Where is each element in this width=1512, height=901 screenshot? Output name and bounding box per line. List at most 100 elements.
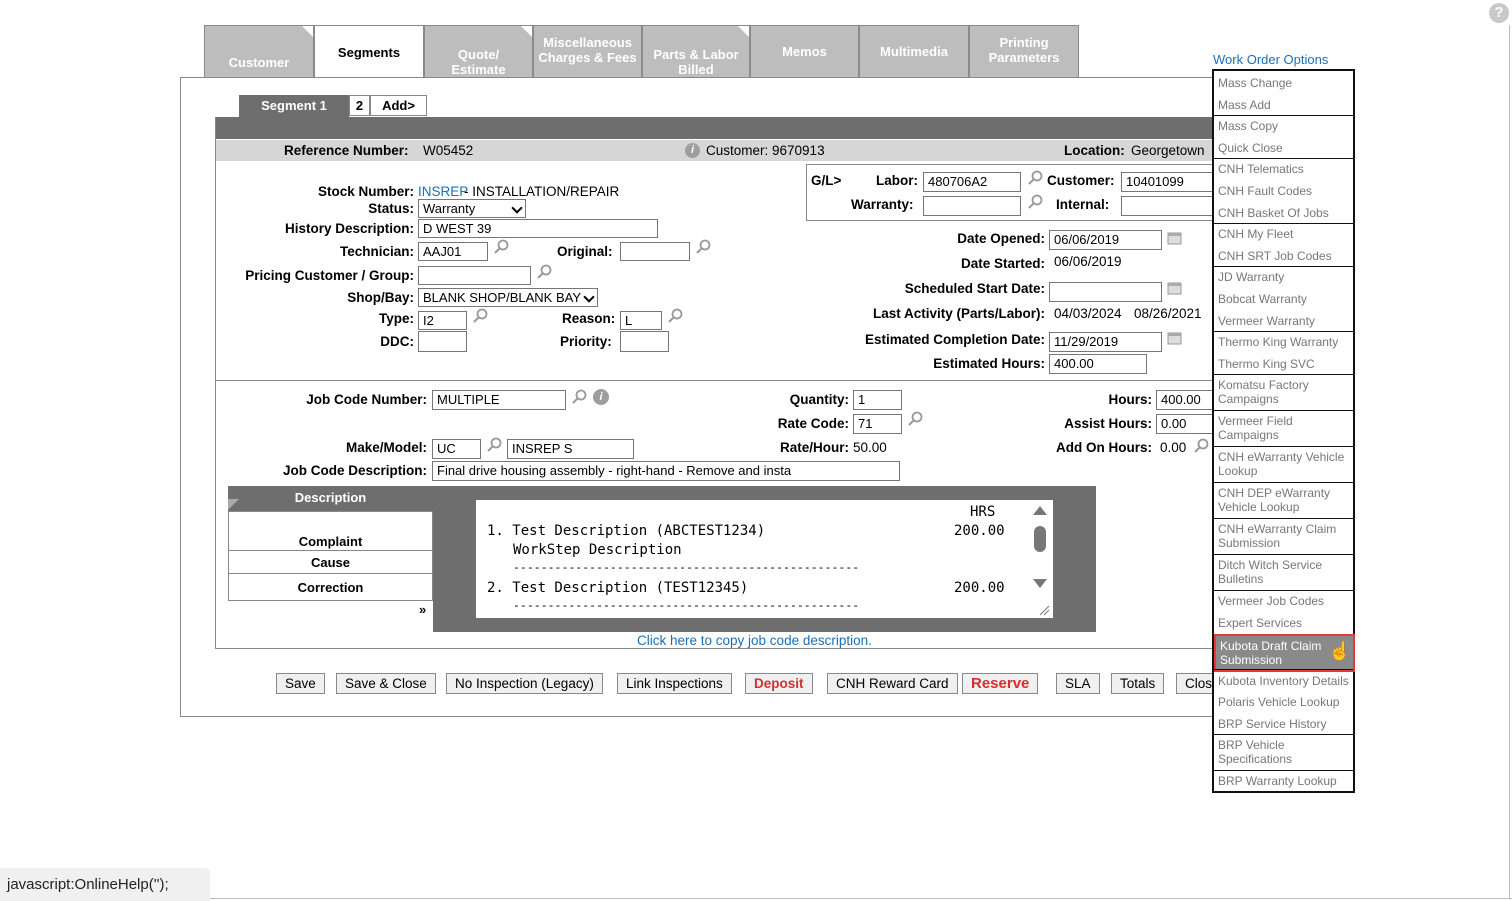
gl-labor-input[interactable]: 480706A2 [923, 172, 1021, 192]
wo-option-item[interactable]: Vermeer Job Codes [1218, 594, 1350, 608]
wo-option-item[interactable]: BRP Warranty Lookup [1218, 774, 1350, 788]
copy-job-code-link[interactable]: Click here to copy job code description. [637, 633, 872, 648]
history-description-input[interactable]: D WEST 39 [418, 219, 658, 238]
close-button[interactable]: Clos [1176, 673, 1214, 694]
help-icon[interactable]: ? [1489, 3, 1509, 23]
status-select[interactable]: Warranty [418, 199, 526, 218]
gl-customer-input[interactable]: 10401099 [1121, 172, 1221, 192]
wo-option-item[interactable]: Kubota Inventory Details [1218, 674, 1350, 688]
link-inspections-button[interactable]: Link Inspections [617, 673, 732, 694]
wo-option-item[interactable]: Polaris Vehicle Lookup [1218, 695, 1350, 709]
type-search-icon[interactable] [472, 308, 488, 324]
scheduled-start-input[interactable] [1049, 282, 1162, 302]
original-input[interactable] [620, 242, 690, 261]
segment-tab-2[interactable]: 2 [349, 95, 370, 116]
segment-tab-1[interactable]: Segment 1 [239, 95, 349, 117]
wo-option-item[interactable]: Vermeer Warranty [1218, 314, 1350, 328]
tab-quote-estimate[interactable]: Quote/ Estimate [424, 25, 533, 77]
job-code-input[interactable]: MULTIPLE [432, 390, 566, 410]
date-opened-calendar-icon[interactable] [1167, 230, 1182, 245]
wo-option-item[interactable]: Vermeer Field Campaigns [1218, 414, 1350, 442]
rate-code-input[interactable]: 71 [853, 414, 902, 434]
wo-option-item[interactable]: Thermo King SVC [1218, 357, 1350, 371]
wo-option-item[interactable]: Thermo King Warranty [1218, 335, 1350, 349]
wo-option-item[interactable]: Expert Services [1218, 616, 1350, 630]
tab-multimedia[interactable]: Multimedia [859, 25, 969, 77]
scroll-thumb[interactable] [1034, 526, 1046, 552]
wo-option-item[interactable]: JD Warranty [1218, 270, 1350, 284]
tab-correction[interactable]: Correction [229, 580, 432, 598]
wo-option-item[interactable]: CNH SRT Job Codes [1218, 249, 1350, 263]
scroll-down-arrow-icon[interactable] [1033, 579, 1047, 588]
save-button[interactable]: Save [276, 673, 325, 694]
pricing-search-icon[interactable] [536, 264, 552, 280]
tab-parts-labor[interactable]: Parts & Labor Billed [642, 25, 750, 77]
wo-option-item[interactable]: Komatsu Factory Campaigns [1218, 378, 1350, 406]
type-input[interactable]: I2 [418, 311, 467, 330]
expand-icon[interactable]: » [419, 602, 426, 617]
no-inspection-button[interactable]: No Inspection (Legacy) [446, 673, 603, 694]
wo-option-item-highlighted[interactable]: Kubota Draft Claim Submission ☝ [1214, 634, 1355, 672]
deposit-button[interactable]: Deposit [745, 673, 813, 694]
info-icon[interactable]: i [685, 143, 700, 158]
model-input[interactable]: INSREP S [507, 439, 634, 459]
wo-option-item[interactable]: CNH My Fleet [1218, 227, 1350, 241]
original-search-icon[interactable] [695, 239, 711, 255]
hours-input[interactable]: 400.00 [1156, 390, 1216, 410]
gl-warranty-search-icon[interactable] [1027, 194, 1043, 210]
quantity-input[interactable]: 1 [853, 390, 902, 410]
job-code-description-input[interactable]: Final drive housing assembly - right-han… [432, 461, 900, 481]
tab-misc-charges[interactable]: Miscellaneous Charges & Fees [533, 25, 642, 77]
wo-option-item[interactable]: Quick Close [1218, 141, 1350, 155]
reason-search-icon[interactable] [667, 308, 683, 324]
gl-warranty-input[interactable] [923, 196, 1021, 216]
scroll-up-arrow-icon[interactable] [1033, 506, 1047, 515]
job-code-search-icon[interactable] [571, 389, 587, 405]
wo-option-item[interactable]: Mass Copy [1218, 119, 1350, 133]
reason-input[interactable]: L [620, 311, 662, 330]
scrollbar[interactable] [1031, 502, 1049, 598]
shop-bay-select[interactable]: BLANK SHOP/BLANK BAY [418, 288, 598, 307]
wo-option-item[interactable]: CNH eWarranty Vehicle Lookup [1218, 450, 1350, 478]
wo-option-item[interactable]: CNH eWarranty Claim Submission [1218, 522, 1350, 550]
make-input[interactable]: UC [432, 439, 481, 459]
sla-button[interactable]: SLA [1056, 673, 1100, 694]
tab-printing-parameters[interactable]: Printing Parameters [969, 25, 1079, 77]
priority-input[interactable] [620, 331, 669, 352]
ddc-input[interactable] [418, 331, 467, 352]
assist-hours-input[interactable]: 0.00 [1156, 414, 1216, 434]
wo-option-item[interactable]: Mass Add [1218, 98, 1350, 112]
date-opened-input[interactable]: 06/06/2019 [1049, 230, 1162, 250]
job-code-info-icon[interactable]: i [593, 389, 609, 405]
work-order-options-title[interactable]: Work Order Options [1213, 52, 1328, 67]
wo-option-item[interactable]: BRP Service History [1218, 717, 1350, 731]
make-search-icon[interactable] [486, 437, 502, 453]
technician-input[interactable]: AAJ01 [418, 242, 488, 261]
wo-option-item[interactable]: CNH DEP eWarranty Vehicle Lookup [1218, 486, 1350, 514]
pricing-customer-input[interactable] [418, 266, 531, 285]
est-completion-calendar-icon[interactable] [1167, 330, 1182, 345]
rate-code-search-icon[interactable] [907, 411, 923, 427]
technician-search-icon[interactable] [493, 239, 509, 255]
est-completion-input[interactable]: 11/29/2019 [1049, 332, 1162, 352]
tab-segments[interactable]: Segments [314, 25, 424, 79]
tab-memos[interactable]: Memos [750, 25, 859, 77]
wo-option-item[interactable]: CNH Basket Of Jobs [1218, 206, 1350, 220]
stock-number-link[interactable]: INSREP [418, 184, 468, 199]
wo-option-item[interactable]: Bobcat Warranty [1218, 292, 1350, 306]
wo-option-item[interactable]: Ditch Witch Service Bulletins [1218, 558, 1350, 586]
description-text-area[interactable]: HRS 1. Test Description (ABCTEST1234) 20… [476, 500, 1053, 618]
scheduled-start-calendar-icon[interactable] [1167, 280, 1182, 295]
addon-hours-search-icon[interactable] [1193, 438, 1209, 454]
wo-option-item[interactable]: Mass Change [1218, 76, 1350, 90]
resize-handle-icon[interactable] [1038, 604, 1050, 616]
segment-add-button[interactable]: Add> [370, 95, 427, 116]
tab-cause[interactable]: Cause [229, 555, 432, 574]
tab-complaint[interactable]: Complaint [229, 534, 432, 551]
cnh-reward-card-button[interactable]: CNH Reward Card [827, 673, 958, 694]
tab-customer[interactable]: Customer [204, 25, 314, 77]
wo-option-item[interactable]: BRP Vehicle Specifications [1218, 738, 1350, 766]
gl-internal-input[interactable] [1121, 196, 1221, 216]
est-hours-input[interactable]: 400.00 [1049, 354, 1147, 374]
reserve-button[interactable]: Reserve [962, 673, 1039, 694]
